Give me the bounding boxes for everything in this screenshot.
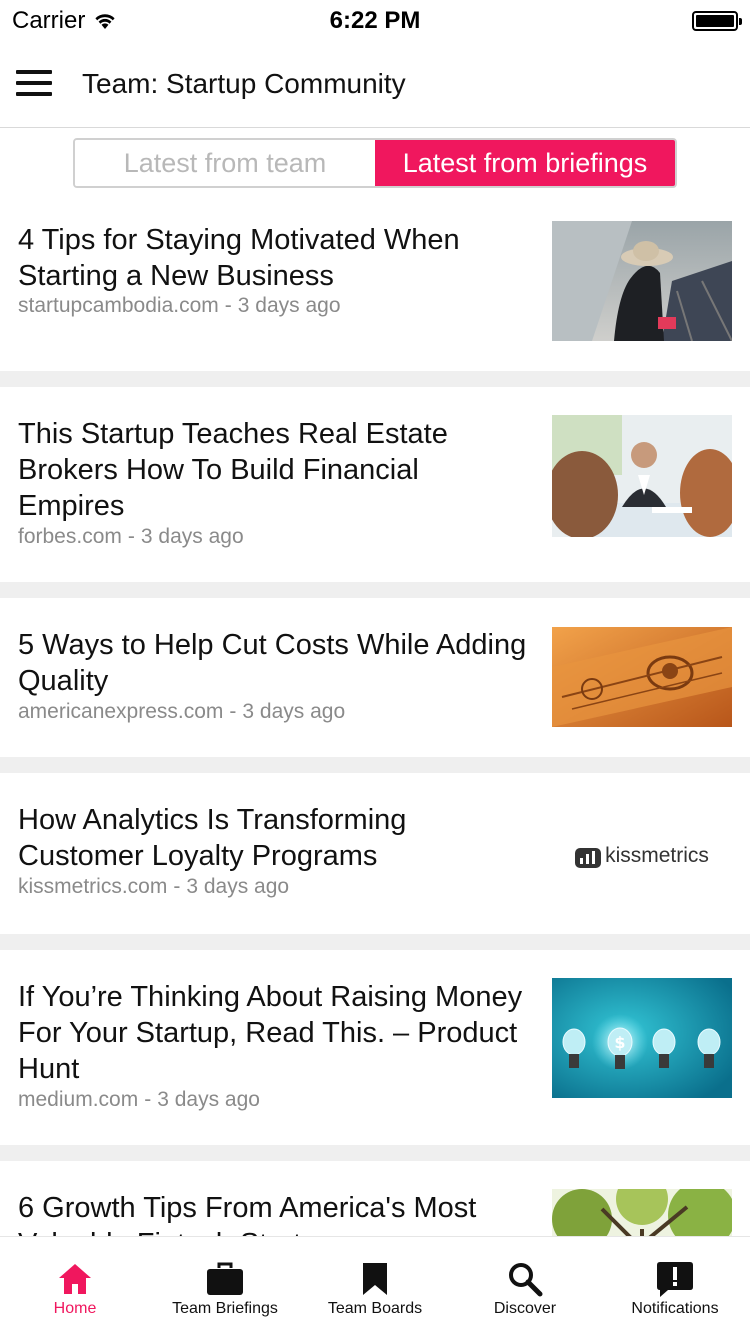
bottom-tab-bar: Home Team Briefings Team Boards Discover bbox=[0, 1236, 750, 1334]
tab-label: Home bbox=[53, 1300, 97, 1317]
dollar-bill-photo bbox=[552, 627, 732, 727]
svg-text:$: $ bbox=[614, 1033, 625, 1052]
article-thumbnail bbox=[552, 627, 732, 727]
article-card[interactable]: 5 Ways to Help Cut Costs While Adding Qu… bbox=[0, 598, 750, 757]
clock: 6:22 PM bbox=[329, 7, 421, 34]
article-title: If You’re Thinking About Raising Money F… bbox=[18, 981, 523, 1085]
article-meta: startupcambodia.com -3 days ago bbox=[18, 294, 341, 318]
bookmark-icon bbox=[363, 1263, 387, 1295]
article-title: 6 Growth Tips From America's Most Valuab… bbox=[18, 1192, 477, 1236]
tab-label: Team Briefings bbox=[172, 1300, 278, 1317]
tab-latest-from-briefings[interactable]: Latest from briefings bbox=[375, 140, 675, 186]
tab-label: Discover bbox=[493, 1300, 557, 1317]
status-bar: Carrier 6:22 PM bbox=[0, 0, 750, 40]
meta-separator: - bbox=[224, 294, 232, 317]
battery-icon bbox=[692, 11, 742, 31]
article-thumbnail bbox=[552, 415, 732, 537]
article-thumbnail bbox=[552, 1189, 732, 1236]
business-meeting-photo bbox=[552, 415, 732, 537]
article-card[interactable]: 6 Growth Tips From America's Most Valuab… bbox=[0, 1161, 750, 1236]
tab-latest-from-team[interactable]: Latest from team bbox=[75, 140, 375, 186]
card-divider bbox=[0, 582, 750, 598]
app-header: Team: Startup Community bbox=[0, 40, 750, 128]
woman-train-station-photo bbox=[552, 221, 732, 341]
tab-home[interactable]: Home bbox=[0, 1237, 150, 1334]
article-title: This Startup Teaches Real Estate Brokers… bbox=[18, 418, 448, 522]
article-meta: forbes.com -3 days ago bbox=[18, 525, 244, 549]
article-age: 3 days ago bbox=[157, 1088, 260, 1111]
article-title: 5 Ways to Help Cut Costs While Adding Qu… bbox=[18, 629, 527, 697]
bar-chart-logo-icon bbox=[575, 848, 602, 868]
home-icon bbox=[59, 1264, 91, 1294]
briefcase-icon bbox=[207, 1262, 243, 1295]
tab-team-briefings[interactable]: Team Briefings bbox=[150, 1237, 300, 1334]
kissmetrics-logo: kissmetrics bbox=[552, 801, 732, 911]
search-icon bbox=[509, 1263, 543, 1297]
notification-icon bbox=[657, 1262, 693, 1297]
meta-separator: - bbox=[229, 700, 237, 723]
tab-discover[interactable]: Discover bbox=[450, 1237, 600, 1334]
hamburger-menu-icon[interactable] bbox=[16, 70, 52, 96]
tab-label: Notifications bbox=[631, 1300, 719, 1317]
article-card[interactable]: If You’re Thinking About Raising Money F… bbox=[0, 950, 750, 1145]
card-divider bbox=[0, 1145, 750, 1161]
article-card[interactable]: 4 Tips for Staying Motivated When Starti… bbox=[0, 198, 750, 371]
meta-separator: - bbox=[173, 875, 181, 898]
article-thumbnail: $ bbox=[552, 978, 732, 1098]
article-source: medium.com bbox=[18, 1088, 139, 1111]
article-age: 3 days ago bbox=[140, 525, 244, 548]
card-divider bbox=[0, 371, 750, 387]
feed-segmented-control: Latest from team Latest from briefings bbox=[73, 138, 677, 188]
meta-separator: - bbox=[144, 1088, 152, 1111]
tree-canopy-photo bbox=[552, 1189, 732, 1236]
article-source: startupcambodia.com bbox=[18, 294, 219, 317]
article-feed: 4 Tips for Staying Motivated When Starti… bbox=[0, 198, 750, 1236]
article-title: How Analytics Is Transforming Customer L… bbox=[18, 804, 407, 872]
tab-notifications[interactable]: Notifications bbox=[600, 1237, 750, 1334]
card-divider bbox=[0, 934, 750, 950]
article-card[interactable]: This Startup Teaches Real Estate Brokers… bbox=[0, 387, 750, 582]
article-meta: kissmetrics.com -3 days ago bbox=[18, 875, 289, 899]
article-age: 3 days ago bbox=[242, 700, 346, 723]
meta-separator: - bbox=[127, 525, 135, 548]
article-card[interactable]: How Analytics Is Transforming Customer L… bbox=[0, 773, 750, 934]
tab-label: Team Boards bbox=[327, 1300, 423, 1317]
article-title: 4 Tips for Staying Motivated When Starti… bbox=[18, 224, 460, 292]
article-source: forbes.com bbox=[18, 525, 122, 548]
logo-text: kissmetrics bbox=[605, 844, 709, 867]
article-source: americanexpress.com bbox=[18, 700, 224, 723]
article-meta: medium.com -3 days ago bbox=[18, 1088, 260, 1112]
article-age: 3 days ago bbox=[237, 294, 341, 317]
tab-team-boards[interactable]: Team Boards bbox=[300, 1237, 450, 1334]
lightbulbs-photo: $ bbox=[552, 978, 732, 1098]
article-meta: americanexpress.com -3 days ago bbox=[18, 700, 345, 724]
article-thumbnail bbox=[552, 221, 732, 341]
article-age: 3 days ago bbox=[186, 875, 290, 898]
article-source: kissmetrics.com bbox=[18, 875, 168, 898]
page-title: Team: Startup Community bbox=[82, 68, 406, 99]
card-divider bbox=[0, 757, 750, 773]
